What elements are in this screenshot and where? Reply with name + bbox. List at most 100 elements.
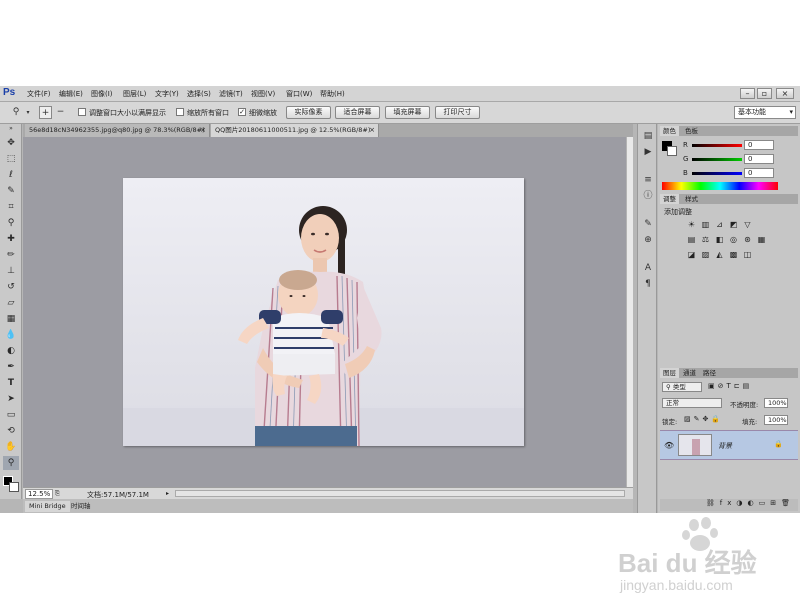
posterize-icon[interactable]: ▨ — [700, 250, 711, 260]
blue-value[interactable]: 0 — [744, 168, 774, 178]
green-slider[interactable] — [692, 158, 742, 161]
tab-channels[interactable]: 通道 — [680, 368, 699, 378]
collapse-arrows-icon[interactable]: » — [3, 126, 19, 132]
hue-saturation-icon[interactable]: ▤ — [686, 235, 697, 245]
character-panel-icon[interactable]: A — [641, 262, 655, 275]
green-value[interactable]: 0 — [744, 154, 774, 164]
dodge-tool-icon[interactable]: ◐ — [3, 344, 19, 358]
type-tool-icon[interactable]: T — [3, 376, 19, 390]
paragraph-panel-icon[interactable]: ¶ — [641, 278, 655, 291]
status-arrow-icon[interactable]: ▸ — [166, 490, 169, 497]
close-button[interactable]: × — [776, 88, 794, 99]
opacity-field[interactable]: 100% — [764, 398, 788, 408]
tab-paths[interactable]: 路径 — [700, 368, 719, 378]
brightness-icon[interactable]: ☀ — [686, 220, 697, 230]
eye-icon[interactable]: 👁 — [664, 441, 674, 450]
photo-filter-icon[interactable]: ◎ — [728, 235, 739, 245]
healing-brush-tool-icon[interactable]: ✚ — [3, 232, 19, 246]
vibrance-icon[interactable]: ▽ — [742, 220, 753, 230]
move-tool-icon[interactable]: ✥ — [3, 136, 19, 150]
gradient-map-icon[interactable]: ▩ — [728, 250, 739, 260]
menu-help[interactable]: 帮助(H) — [320, 89, 345, 99]
actions-panel-icon[interactable]: ▶ — [641, 146, 655, 159]
background-color-swatch[interactable] — [9, 482, 19, 492]
pen-tool-icon[interactable]: ✒ — [3, 360, 19, 374]
tab-layers[interactable]: 图层 — [660, 368, 679, 378]
minimize-button[interactable]: – — [740, 88, 755, 99]
quick-select-tool-icon[interactable]: ✎ — [3, 184, 19, 198]
properties-panel-icon[interactable]: ≡ — [641, 174, 655, 187]
menu-file[interactable]: 文件(F) — [27, 89, 51, 99]
eraser-tool-icon[interactable]: ▱ — [3, 296, 19, 310]
shape-tool-icon[interactable]: ▭ — [3, 408, 19, 422]
horizontal-scrollbar[interactable] — [175, 490, 625, 497]
gradient-tool-icon[interactable]: ▦ — [3, 312, 19, 326]
zoom-in-icon[interactable]: + — [39, 106, 52, 119]
hand-tool-icon[interactable]: ✋ — [3, 440, 19, 454]
levels-icon[interactable]: ▥ — [700, 220, 711, 230]
tab-color[interactable]: 颜色 — [660, 126, 679, 136]
menu-type[interactable]: 文字(Y) — [155, 89, 179, 99]
menu-layer[interactable]: 图层(L) — [123, 89, 146, 99]
red-value[interactable]: 0 — [744, 140, 774, 150]
doc-tab-2[interactable]: QQ图片20180611000511.jpg @ 12.5%(RGB/8#) × — [211, 124, 379, 137]
threshold-icon[interactable]: ◭ — [714, 250, 725, 260]
color-lookup-icon[interactable]: ▦ — [756, 235, 767, 245]
history-panel-icon[interactable]: ▤ — [641, 130, 655, 143]
blue-slider[interactable] — [692, 172, 742, 175]
lock-icons[interactable]: ▨✎✥🔒 — [684, 415, 723, 423]
layer-filter-select[interactable]: ⚲ 类型 — [662, 382, 702, 392]
3d-rotate-tool-icon[interactable]: ⟲ — [3, 424, 19, 438]
blend-mode-select[interactable]: 正常 — [662, 398, 722, 408]
fit-screen-button[interactable]: 适合屏幕 — [335, 106, 380, 119]
lasso-tool-icon[interactable]: ℓ — [3, 168, 19, 182]
close-tab-icon[interactable]: × — [200, 124, 206, 136]
marquee-tool-icon[interactable]: ⬚ — [3, 152, 19, 166]
brush-tool-icon[interactable]: ✏ — [3, 248, 19, 262]
close-tab-icon[interactable]: × — [369, 124, 375, 136]
workspace-select[interactable]: 基本功能 ▾ — [734, 106, 796, 119]
layer-actions-bar[interactable]: ⛓fx◑◐▭⊞🗑 — [660, 499, 798, 511]
path-selection-tool-icon[interactable]: ➤ — [3, 392, 19, 406]
zoom-tool-icon[interactable]: ⚲ — [10, 106, 22, 119]
menu-filter[interactable]: 滤镜(T) — [219, 89, 243, 99]
brush-panel-icon[interactable]: ✎ — [641, 218, 655, 231]
info-panel-icon[interactable]: ⓘ — [641, 190, 655, 203]
eyedropper-tool-icon[interactable]: ⚲ — [3, 216, 19, 230]
export-icon[interactable]: ⎘ — [55, 490, 60, 498]
tab-styles[interactable]: 样式 — [682, 194, 701, 204]
color-balance-icon[interactable]: ⚖ — [700, 235, 711, 245]
mini-bridge-tab[interactable]: Mini Bridge — [25, 501, 70, 512]
zoom-all-checkbox[interactable] — [176, 108, 184, 116]
crop-tool-icon[interactable]: ⌗ — [3, 200, 19, 214]
actual-pixels-button[interactable]: 实际像素 — [286, 106, 331, 119]
zoom-out-icon[interactable]: − — [54, 106, 67, 119]
exposure-icon[interactable]: ◩ — [728, 220, 739, 230]
scrubby-zoom-checkbox[interactable]: ✓ — [238, 108, 246, 116]
menu-view[interactable]: 视图(V) — [251, 89, 275, 99]
tab-swatches[interactable]: 色板 — [682, 126, 701, 136]
fill-screen-button[interactable]: 填充屏幕 — [385, 106, 430, 119]
menu-window[interactable]: 窗口(W) — [286, 89, 312, 99]
selective-color-icon[interactable]: ◫ — [742, 250, 753, 260]
fit-window-checkbox[interactable] — [78, 108, 86, 116]
menu-image[interactable]: 图像(I) — [91, 89, 113, 99]
doc-tab-1[interactable]: 56e8d18cN34962355.jpg@q80.jpg @ 78.3%(RG… — [25, 124, 210, 137]
curves-icon[interactable]: ⊿ — [714, 220, 725, 230]
zoom-level-field[interactable]: 12.5% — [25, 489, 54, 499]
red-slider[interactable] — [692, 144, 742, 147]
print-size-button[interactable]: 打印尺寸 — [435, 106, 480, 119]
clone-source-panel-icon[interactable]: ⊕ — [641, 234, 655, 247]
timeline-tab[interactable]: 时间轴 — [67, 501, 95, 512]
invert-icon[interactable]: ◪ — [686, 250, 697, 260]
menu-select[interactable]: 选择(S) — [187, 89, 211, 99]
layer-name[interactable]: 背景 — [718, 441, 732, 451]
menu-edit[interactable]: 编辑(E) — [59, 89, 83, 99]
black-white-icon[interactable]: ◧ — [714, 235, 725, 245]
document-photo[interactable] — [123, 178, 524, 446]
clone-stamp-tool-icon[interactable]: ⊥ — [3, 264, 19, 278]
zoom-tool-icon[interactable]: ⚲ — [3, 456, 19, 470]
layer-filter-icons[interactable]: ▣⊘T⊏▤ — [708, 382, 752, 390]
fill-field[interactable]: 100% — [764, 415, 788, 425]
layer-row-background[interactable]: 👁 背景 🔒 — [660, 430, 798, 460]
